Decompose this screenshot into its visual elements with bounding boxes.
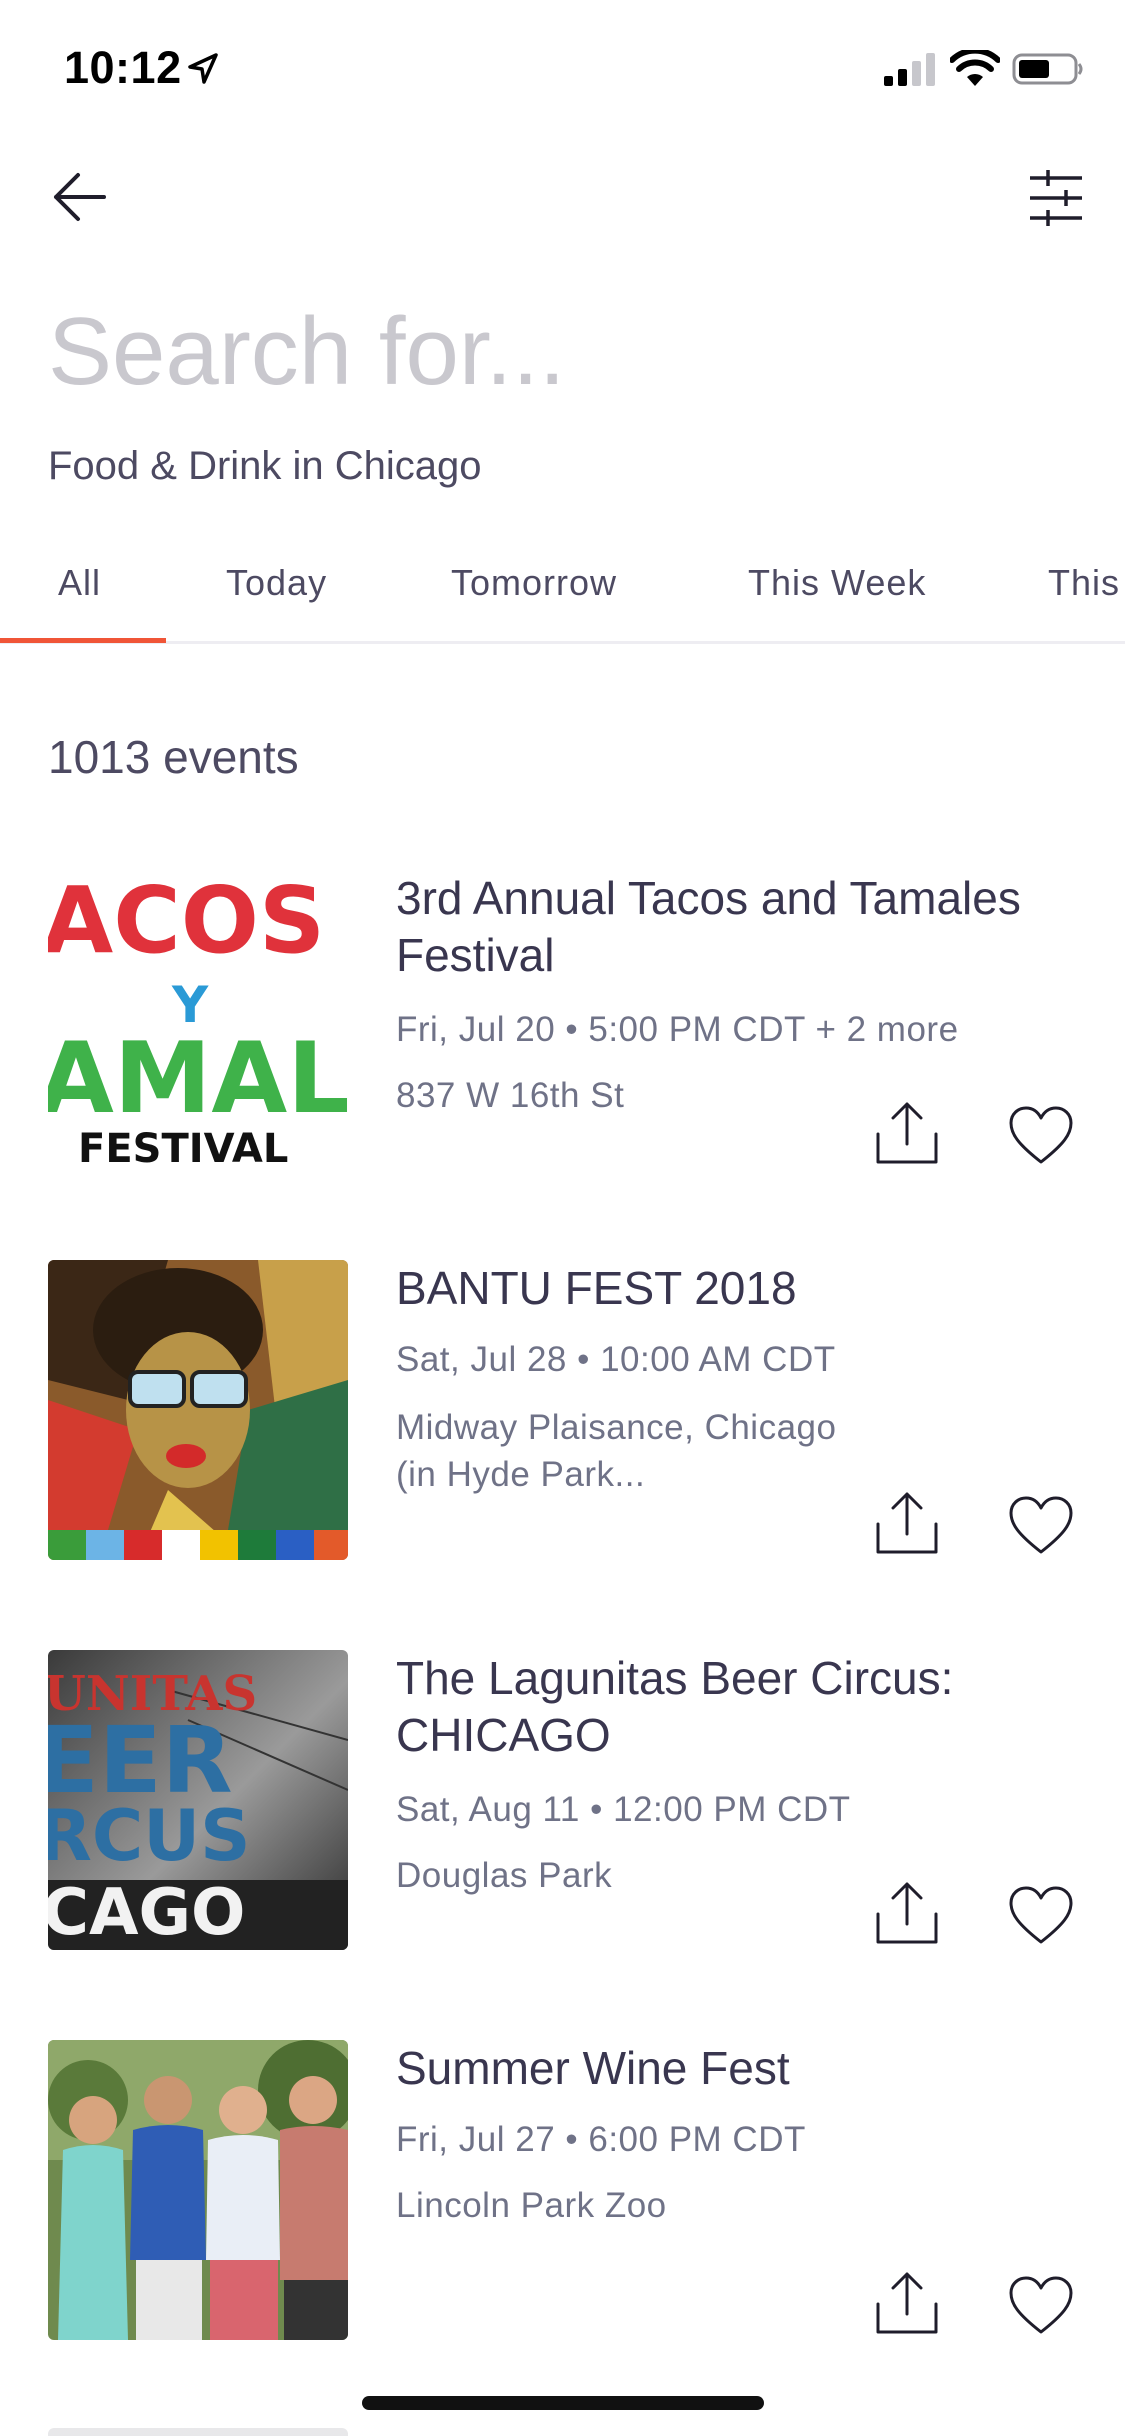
thumb-text: AMAL bbox=[48, 1022, 348, 1136]
tab-this-weekend[interactable]: This bbox=[1048, 562, 1120, 604]
location-subtitle[interactable]: Food & Drink in Chicago bbox=[48, 444, 482, 489]
event-card[interactable]: UNITAS EER RCUS CAGO The Lagunitas Beer … bbox=[0, 1650, 1125, 1950]
event-date: Fri, Jul 27 • 6:00 PM CDT bbox=[396, 2120, 806, 2159]
next-event-image-peek bbox=[48, 2428, 348, 2436]
share-icon[interactable] bbox=[874, 1880, 940, 1946]
status-time: 10:12 bbox=[64, 42, 182, 93]
bantu-fest-artwork bbox=[48, 1260, 348, 1560]
summer-wine-fest-photo bbox=[48, 2040, 348, 2340]
selected-tab-indicator bbox=[0, 638, 166, 643]
home-indicator[interactable] bbox=[362, 2396, 764, 2410]
event-card[interactable]: Summer Wine Fest Fri, Jul 27 • 6:00 PM C… bbox=[0, 2040, 1125, 2340]
event-date: Sat, Aug 11 • 12:00 PM CDT bbox=[396, 1790, 851, 1829]
event-venue: Lincoln Park Zoo bbox=[396, 2186, 667, 2225]
event-card[interactable]: ACOS Y AMAL FESTIVAL 3rd Annual Tacos an… bbox=[0, 870, 1125, 1170]
cellular-signal-icon bbox=[884, 53, 935, 86]
search-input[interactable] bbox=[48, 292, 1048, 412]
event-date: Sat, Jul 28 • 10:00 AM CDT bbox=[396, 1340, 836, 1379]
tab-today[interactable]: Today bbox=[226, 562, 327, 604]
tab-all[interactable]: All bbox=[58, 562, 101, 604]
event-venue: Douglas Park bbox=[396, 1856, 613, 1895]
event-venue: 837 W 16th St bbox=[396, 1076, 625, 1115]
event-date: Fri, Jul 20 • 5:00 PM CDT + 2 more bbox=[396, 1010, 959, 1049]
share-icon[interactable] bbox=[874, 1490, 940, 1556]
location-arrow-icon bbox=[188, 53, 218, 84]
event-venue: Midway Plaisance, Chicago (in Hyde Park.… bbox=[396, 1408, 837, 1494]
lagunitas-beer-circus-artwork: UNITAS EER RCUS CAGO bbox=[48, 1650, 348, 1950]
thumb-text: ACOS bbox=[48, 870, 325, 974]
event-count: 1013 events bbox=[48, 731, 299, 783]
date-filter-tabs: All Today Tomorrow This Week This bbox=[0, 548, 1125, 644]
event-title[interactable]: Summer Wine Fest bbox=[396, 2040, 1076, 2097]
event-card[interactable]: BANTU FEST 2018 Sat, Jul 28 • 10:00 AM C… bbox=[0, 1260, 1125, 1560]
event-image[interactable]: UNITAS EER RCUS CAGO bbox=[48, 1650, 348, 1950]
heart-icon[interactable] bbox=[1008, 1496, 1074, 1556]
event-title[interactable]: BANTU FEST 2018 bbox=[396, 1260, 1076, 1317]
heart-icon[interactable] bbox=[1008, 2276, 1074, 2336]
event-image[interactable] bbox=[48, 1260, 348, 1560]
event-image[interactable] bbox=[48, 2040, 348, 2340]
thumb-text: RCUS bbox=[48, 1795, 251, 1877]
back-arrow-icon[interactable] bbox=[48, 170, 108, 224]
share-icon[interactable] bbox=[874, 2270, 940, 2336]
battery-icon bbox=[1012, 53, 1083, 85]
event-title[interactable]: 3rd Annual Tacos and Tamales Festival bbox=[396, 870, 1076, 984]
wifi-icon bbox=[950, 50, 1000, 86]
event-image[interactable]: ACOS Y AMAL FESTIVAL bbox=[48, 870, 348, 1170]
tab-tomorrow[interactable]: Tomorrow bbox=[451, 562, 617, 604]
heart-icon[interactable] bbox=[1008, 1106, 1074, 1166]
thumb-text: CAGO bbox=[48, 1876, 245, 1950]
share-icon[interactable] bbox=[874, 1100, 940, 1166]
tacos-festival-artwork: ACOS Y AMAL FESTIVAL bbox=[48, 870, 348, 1170]
tab-this-week[interactable]: This Week bbox=[748, 562, 926, 604]
heart-icon[interactable] bbox=[1008, 1886, 1074, 1946]
event-title[interactable]: The Lagunitas Beer Circus: CHICAGO bbox=[396, 1650, 1076, 1764]
filter-icon[interactable] bbox=[1028, 168, 1084, 228]
thumb-text: FESTIVAL bbox=[78, 1126, 288, 1170]
status-bar: 10:12 bbox=[0, 0, 1125, 132]
